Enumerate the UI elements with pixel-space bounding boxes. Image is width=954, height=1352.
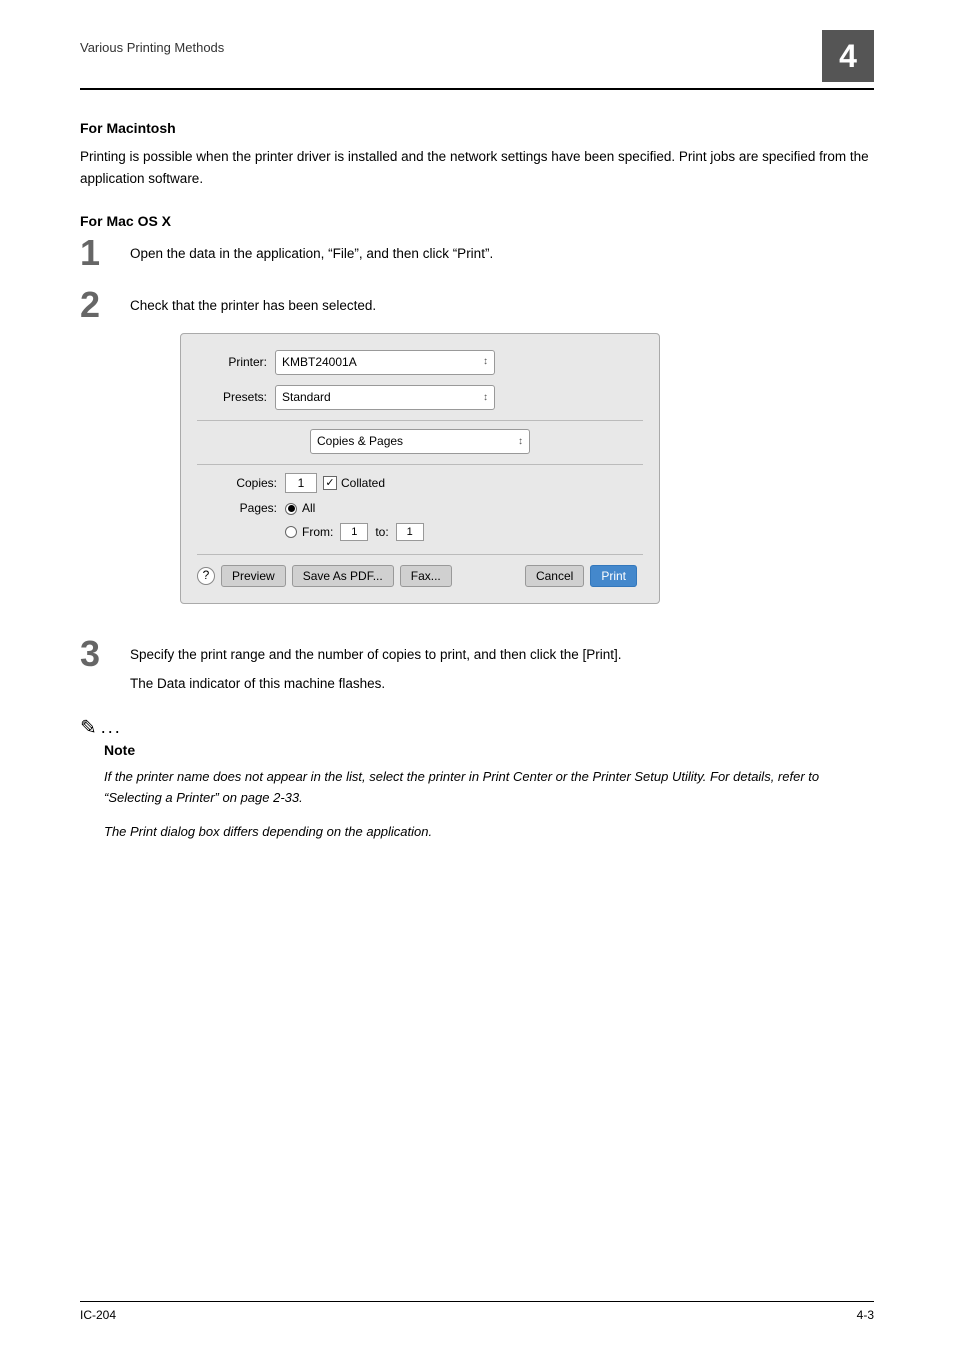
- help-button[interactable]: ?: [197, 567, 215, 585]
- printer-value: KMBT24001A: [282, 353, 357, 372]
- step-2-text: Check that the printer has been selected…: [130, 291, 874, 620]
- macosx-heading: For Mac OS X: [80, 213, 874, 229]
- print-dialog: Printer: KMBT24001A ↕ Presets: Standard …: [180, 333, 660, 604]
- presets-row: Presets: Standard ↕: [197, 385, 643, 410]
- presets-select[interactable]: Standard ↕: [275, 385, 495, 410]
- pages-label: Pages:: [207, 499, 277, 518]
- note-dots: ...: [101, 717, 122, 738]
- step-2: 2 Check that the printer has been select…: [80, 291, 874, 620]
- presets-arrow-icon: ↕: [483, 390, 488, 406]
- macosx-section: For Mac OS X: [80, 213, 874, 229]
- footer-left: IC-204: [80, 1308, 116, 1322]
- pages-from-radio[interactable]: [285, 526, 297, 538]
- macintosh-section: For Macintosh Printing is possible when …: [80, 120, 874, 189]
- page-header: Various Printing Methods 4: [80, 40, 874, 90]
- pages-all-radio[interactable]: [285, 503, 297, 515]
- collated-checkbox[interactable]: ✓: [323, 476, 337, 490]
- pages-from-row: From: to:: [207, 523, 643, 542]
- copies-input[interactable]: [285, 473, 317, 493]
- fax-button[interactable]: Fax...: [400, 565, 452, 587]
- step-3-number: 3: [80, 636, 130, 672]
- cancel-button[interactable]: Cancel: [525, 565, 584, 587]
- from-label: From:: [302, 523, 333, 542]
- page-footer: IC-204 4-3: [80, 1301, 874, 1322]
- save-as-pdf-button[interactable]: Save As PDF...: [292, 565, 394, 587]
- from-input[interactable]: [340, 523, 368, 541]
- collated-label: ✓ Collated: [323, 474, 385, 493]
- presets-label: Presets:: [197, 388, 267, 407]
- copies-label: Copies:: [207, 474, 277, 493]
- all-label: All: [302, 499, 315, 518]
- step-3-content: Specify the print range and the number o…: [130, 640, 874, 695]
- step-3: 3 Specify the print range and the number…: [80, 640, 874, 695]
- print-button[interactable]: Print: [590, 565, 637, 587]
- dialog-footer: ? Preview Save As PDF... Fax... Cancel P…: [197, 554, 643, 587]
- step-1-text: Open the data in the application, “File”…: [130, 239, 874, 265]
- pencil-icon: ✎: [80, 715, 97, 740]
- note-heading: Note: [104, 742, 874, 758]
- note-body-2: The Print dialog box differs depending o…: [104, 821, 874, 842]
- to-input[interactable]: [396, 523, 424, 541]
- printer-label: Printer:: [197, 353, 267, 372]
- chapter-number: 4: [822, 30, 874, 82]
- copies-pages-arrow-icon: ↕: [518, 434, 523, 450]
- pages-row: Pages: All: [207, 499, 643, 518]
- copies-pages-dropdown-row: Copies & Pages ↕: [197, 429, 643, 454]
- note-section: ✎ ... Note If the printer name does not …: [80, 715, 874, 842]
- macintosh-heading: For Macintosh: [80, 120, 874, 136]
- printer-arrow-icon: ↕: [483, 354, 488, 370]
- step-3-text: Specify the print range and the number o…: [130, 647, 622, 662]
- copies-pages-select[interactable]: Copies & Pages ↕: [310, 429, 530, 454]
- step-2-number: 2: [80, 287, 130, 323]
- printer-row: Printer: KMBT24001A ↕: [197, 350, 643, 375]
- note-icon-row: ✎ ...: [80, 715, 874, 740]
- header-title: Various Printing Methods: [80, 40, 224, 55]
- preview-button[interactable]: Preview: [221, 565, 286, 587]
- step-1-number: 1: [80, 235, 130, 271]
- copies-pages-value: Copies & Pages: [317, 432, 403, 451]
- copies-row: Copies: ✓ Collated: [207, 473, 643, 493]
- printer-select[interactable]: KMBT24001A ↕: [275, 350, 495, 375]
- step-1: 1 Open the data in the application, “Fil…: [80, 239, 874, 271]
- dialog-divider-1: [197, 420, 643, 421]
- presets-value: Standard: [282, 388, 331, 407]
- dialog-divider-2: [197, 464, 643, 465]
- footer-right: 4-3: [857, 1308, 874, 1322]
- to-label: to:: [375, 523, 388, 542]
- note-body-1: If the printer name does not appear in t…: [104, 766, 874, 809]
- macintosh-body: Printing is possible when the printer dr…: [80, 146, 874, 189]
- step-3-sub: The Data indicator of this machine flash…: [130, 673, 874, 695]
